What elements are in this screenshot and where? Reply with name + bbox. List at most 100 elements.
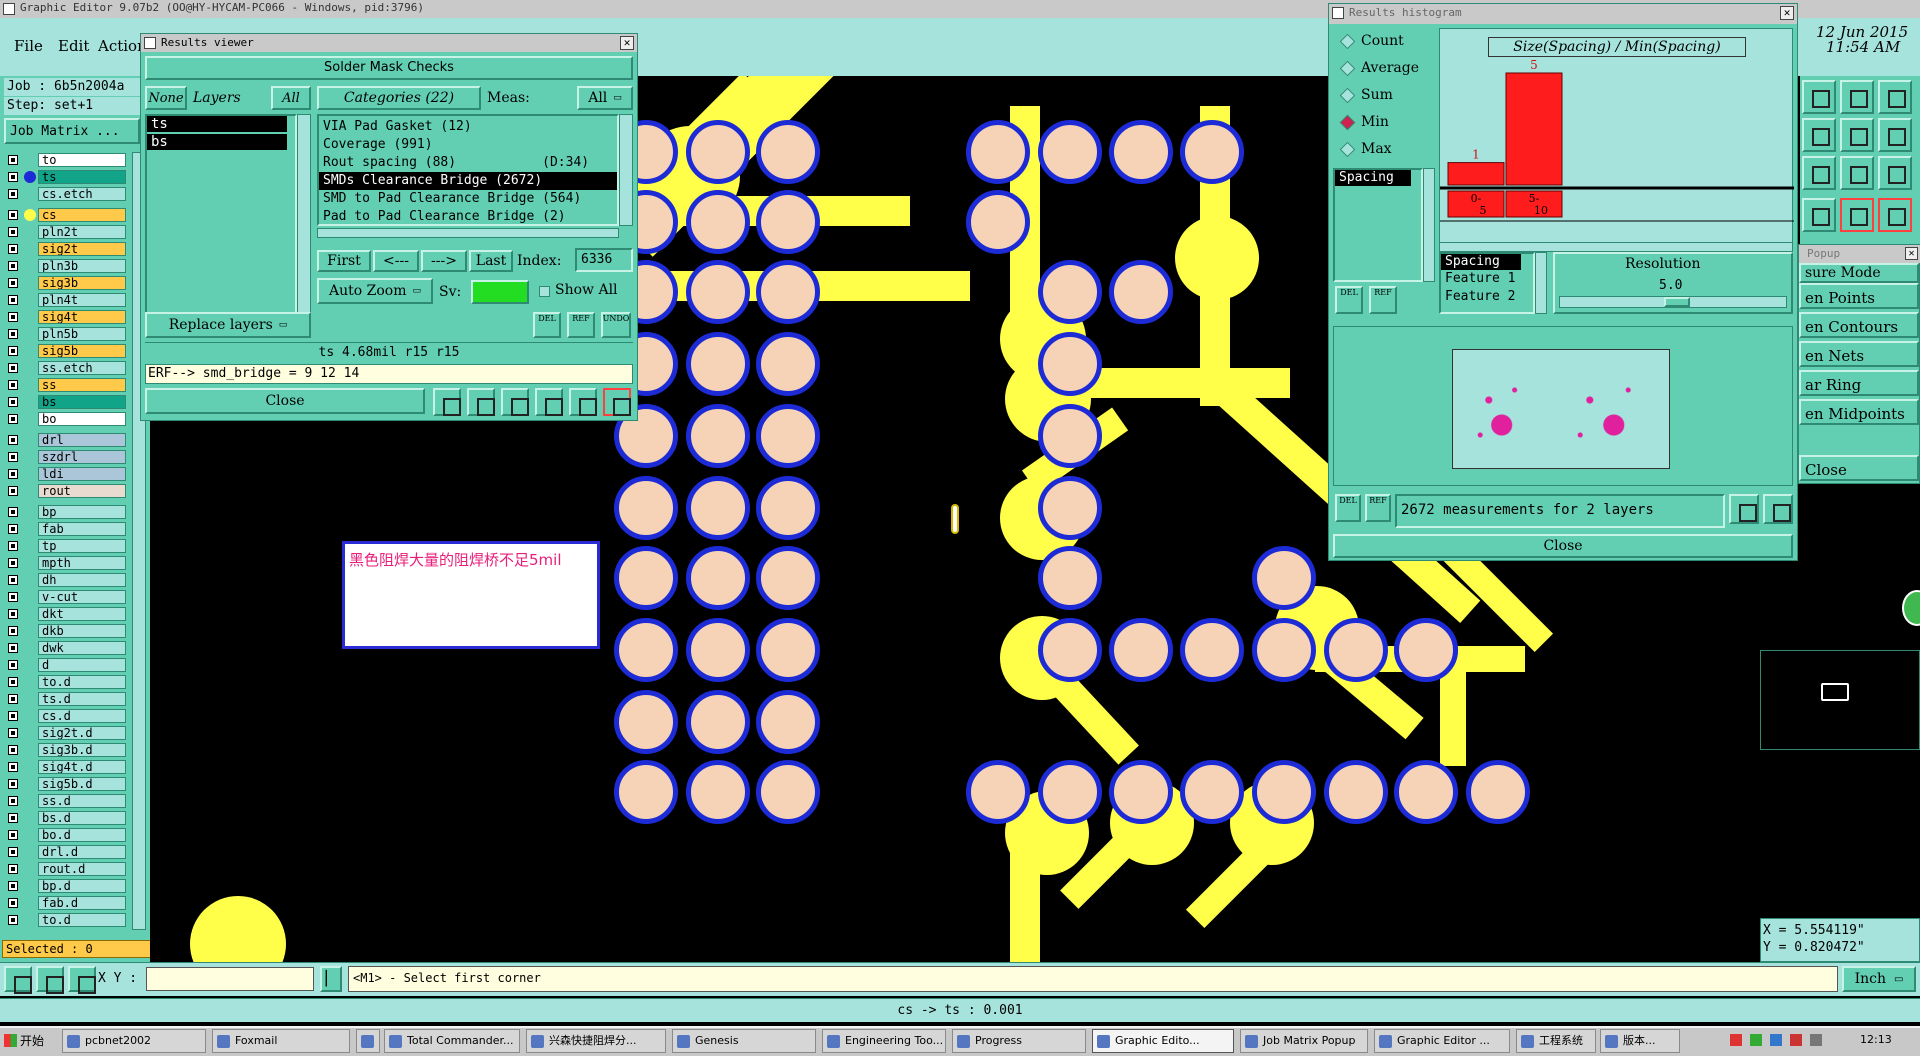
- taskbar-item[interactable]: [356, 1029, 380, 1053]
- layer-row[interactable]: ldi: [4, 466, 126, 482]
- del-button[interactable]: DEL: [533, 312, 561, 338]
- layer-row[interactable]: sig4t.d: [4, 759, 126, 775]
- layer-checkbox[interactable]: [8, 558, 18, 568]
- layer-row[interactable]: rout: [4, 483, 126, 499]
- resolution-slider[interactable]: [1559, 296, 1787, 308]
- layer-row[interactable]: to: [4, 152, 126, 168]
- taskbar-item[interactable]: Progress: [952, 1029, 1086, 1053]
- layer-row[interactable]: to.d: [4, 674, 126, 690]
- tool-import-icon[interactable]: [1802, 118, 1836, 152]
- index-input[interactable]: 6336: [575, 248, 633, 272]
- histogram-bar[interactable]: [1505, 72, 1563, 186]
- menu-edit[interactable]: Edit: [58, 37, 89, 55]
- tool-move-icon[interactable]: [1802, 156, 1836, 190]
- categories-hscroll[interactable]: [317, 228, 619, 238]
- layer-checkbox[interactable]: [8, 397, 18, 407]
- layer-row[interactable]: drl: [4, 432, 126, 448]
- layer-list-item[interactable]: bs: [147, 134, 287, 150]
- layer-thumbnail[interactable]: [1452, 349, 1670, 469]
- layer-checkbox[interactable]: [8, 380, 18, 390]
- layer-row[interactable]: tp: [4, 538, 126, 554]
- layer-checkbox[interactable]: [8, 626, 18, 636]
- chart-hscroll[interactable]: [1439, 242, 1793, 252]
- layer-row[interactable]: sig5b.d: [4, 776, 126, 792]
- layer-checkbox[interactable]: [8, 435, 18, 445]
- bridge-marker[interactable]: [951, 504, 959, 534]
- feature-list-item[interactable]: Feature 1: [1441, 270, 1533, 288]
- layer-checkbox[interactable]: [8, 172, 18, 182]
- undo-button[interactable]: UNDO: [601, 312, 631, 338]
- layer-checkbox[interactable]: [8, 278, 18, 288]
- next-button[interactable]: --->: [421, 250, 467, 272]
- popup-close-icon[interactable]: ✕: [1905, 247, 1918, 260]
- layer-checkbox[interactable]: [8, 813, 18, 823]
- layer-row[interactable]: ss.d: [4, 793, 126, 809]
- clear-icon[interactable]: [501, 388, 529, 416]
- category-list-item[interactable]: Pad to Pad Clearance Bridge (2): [319, 208, 617, 224]
- layer-checkbox[interactable]: [8, 244, 18, 254]
- layer-row[interactable]: drl.d: [4, 844, 126, 860]
- close-icon[interactable]: ✕: [620, 36, 634, 50]
- layer-row[interactable]: pln4t: [4, 292, 126, 308]
- layer-checkbox[interactable]: [8, 295, 18, 305]
- close-icon[interactable]: ✕: [1780, 6, 1794, 20]
- tool-export-icon[interactable]: [1840, 118, 1874, 152]
- circle-indicator[interactable]: [1902, 590, 1920, 626]
- layer-checkbox[interactable]: [8, 643, 18, 653]
- histogram-icon[interactable]: [603, 388, 631, 416]
- print-icon[interactable]: [467, 388, 495, 416]
- layer-row[interactable]: sig2t.d: [4, 725, 126, 741]
- show-all-checkbox[interactable]: [539, 286, 550, 297]
- layer-row[interactable]: sig2t: [4, 241, 126, 257]
- layer-row[interactable]: d: [4, 657, 126, 673]
- meas-select[interactable]: All ▭: [577, 86, 633, 110]
- popup-item[interactable]: sure Mode: [1799, 263, 1919, 283]
- categories-scrollbar[interactable]: [619, 114, 633, 226]
- category-list-item[interactable]: Rout spacing (88) (D:34): [319, 154, 617, 172]
- taskbar-item[interactable]: pcbnet2002: [62, 1029, 206, 1053]
- layer-row[interactable]: dwk: [4, 640, 126, 656]
- layer-checkbox[interactable]: [8, 677, 18, 687]
- layer-checkbox[interactable]: [8, 210, 18, 220]
- layer-checkbox[interactable]: [8, 762, 18, 772]
- report-icon[interactable]: [569, 388, 597, 416]
- layer-row[interactable]: bp.d: [4, 878, 126, 894]
- layer-checkbox[interactable]: [8, 847, 18, 857]
- tool-scale-icon[interactable]: [1840, 156, 1874, 190]
- layer-checkbox[interactable]: [8, 881, 18, 891]
- tray-icon[interactable]: [1810, 1034, 1822, 1046]
- layer-row[interactable]: pln2t: [4, 224, 126, 240]
- layer-checkbox[interactable]: [8, 575, 18, 585]
- histogram-bar[interactable]: [1447, 162, 1505, 186]
- layer-checkbox[interactable]: [8, 155, 18, 165]
- taskbar-item[interactable]: 版本...: [1600, 1029, 1680, 1053]
- results-close-button[interactable]: Close: [145, 388, 425, 414]
- layer-row[interactable]: ss.etch: [4, 360, 126, 376]
- popup-item[interactable]: en Midpoints: [1799, 399, 1919, 425]
- category-list-item[interactable]: SMD to Pad Clearance Bridge (564): [319, 190, 617, 208]
- layer-row[interactable]: cs: [4, 207, 126, 223]
- tool-slider2-icon[interactable]: [1878, 198, 1912, 232]
- category-list-item[interactable]: Coverage (991): [319, 136, 617, 154]
- layers-all-button[interactable]: All: [271, 86, 311, 110]
- tray-icon[interactable]: [1730, 1034, 1742, 1046]
- start-button[interactable]: 开始: [2, 1029, 58, 1053]
- layer-checkbox[interactable]: [8, 507, 18, 517]
- layer-checkbox[interactable]: [8, 452, 18, 462]
- feature-list-item[interactable]: Spacing: [1441, 254, 1521, 270]
- layer-row[interactable]: szdrl: [4, 449, 126, 465]
- thumb-del-button[interactable]: DEL: [1335, 494, 1361, 522]
- popup-item[interactable]: en Nets: [1799, 341, 1919, 367]
- histogram-close-button[interactable]: Close: [1333, 534, 1793, 558]
- auto-zoom-select[interactable]: Auto Zoom ▭: [317, 278, 433, 304]
- metric-list-item[interactable]: Spacing: [1335, 170, 1411, 186]
- layer-row[interactable]: sig5b: [4, 343, 126, 359]
- category-list-item[interactable]: SMDs Clearance Bridge (2672): [319, 172, 617, 190]
- layer-row[interactable]: fab.d: [4, 895, 126, 911]
- tray-icon[interactable]: [1790, 1034, 1802, 1046]
- layer-row[interactable]: ts.d: [4, 691, 126, 707]
- layer-checkbox[interactable]: [8, 189, 18, 199]
- prev-button[interactable]: <---: [373, 250, 419, 272]
- layer-checkbox[interactable]: [8, 660, 18, 670]
- layer-row[interactable]: dkt: [4, 606, 126, 622]
